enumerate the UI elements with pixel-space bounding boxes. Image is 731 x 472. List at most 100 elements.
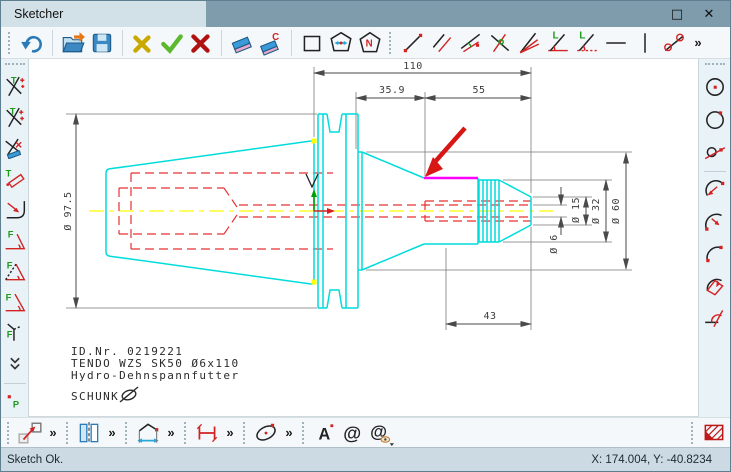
horizontal-dimension-tool-icon[interactable] <box>194 420 220 446</box>
trim-intersect-tool-icon[interactable]: T <box>3 75 27 98</box>
mirror-tools-overflow-button[interactable]: » <box>104 425 120 440</box>
top-toolbar: C N L L » <box>1 27 730 59</box>
chamfer-distance-tool-icon[interactable]: F <box>3 260 27 283</box>
toolbar-drag-handle[interactable] <box>691 421 696 444</box>
window-title-tab[interactable]: Sketcher <box>1 1 206 27</box>
dim-nose-dia: Ø 15 <box>570 196 589 226</box>
arc-three-point-tool-icon[interactable] <box>703 242 727 266</box>
cursor-coordinates: X: 174.004, Y: -40.8234 <box>591 453 712 466</box>
delete-segment-tool-icon[interactable] <box>3 137 27 160</box>
move-copy-tool-icon[interactable] <box>17 420 43 446</box>
toolbar-drag-handle[interactable] <box>184 421 189 444</box>
erase-icon[interactable] <box>229 30 255 56</box>
dim-flange-dia: Ø 97.5 <box>62 113 79 309</box>
window-title: Sketcher <box>14 7 64 21</box>
open-file-icon[interactable] <box>60 30 86 56</box>
toolbar-separator <box>221 29 222 56</box>
arc-radius-tool-icon[interactable] <box>703 210 727 234</box>
circle-center-tool-icon[interactable] <box>703 75 727 99</box>
annotation-tool-icon[interactable]: @ <box>340 420 366 446</box>
circle-tangent-tool-icon[interactable] <box>703 139 727 163</box>
chamfer-angle-tool-icon[interactable]: F <box>3 229 27 252</box>
sketch-canvas[interactable]: 110 35.9 55 43 Ø 97.5 Ø 6 Ø 15 Ø 32 Ø 60… <box>29 59 698 417</box>
discard-icon[interactable] <box>130 30 156 56</box>
text-tool-icon[interactable]: A <box>312 420 338 446</box>
close-button[interactable]: ✕ <box>700 7 718 22</box>
toolbar-drag-handle[interactable] <box>7 421 12 444</box>
mirror-tool-icon[interactable] <box>76 420 102 446</box>
save-icon[interactable] <box>89 30 115 56</box>
dim-body-dia: Ø 32 <box>590 179 609 243</box>
brand-text: SCHUNK <box>71 390 119 403</box>
dimension-tool-icon[interactable] <box>135 420 161 446</box>
point-tool-icon[interactable]: P <box>3 390 27 413</box>
corner-tool-icon[interactable]: F <box>3 321 27 344</box>
toolbar-overflow-button[interactable]: » <box>690 35 706 50</box>
toolbar-drag-handle[interactable] <box>389 31 394 54</box>
arc-center-tool-icon[interactable] <box>703 178 727 202</box>
toolbar-drag-handle[interactable] <box>704 63 725 68</box>
svg-text:F: F <box>7 229 13 239</box>
sidebar-separator <box>703 171 726 172</box>
ellipse-tools-overflow-button[interactable]: » <box>281 425 297 440</box>
hdim-tools-overflow-button[interactable]: » <box>222 425 238 440</box>
hatch-tool-icon[interactable] <box>701 420 727 446</box>
title-note[interactable]: ID.Nr. 0219221 TENDO WZS SK50 Ø6x110 Hyd… <box>71 345 239 403</box>
line-tool-icon[interactable] <box>400 30 426 56</box>
polygon-tool-icon[interactable] <box>328 30 354 56</box>
move-tools-overflow-button[interactable]: » <box>45 425 61 440</box>
trim-two-tool-icon[interactable]: T <box>3 106 27 129</box>
horizontal-line-tool-icon[interactable] <box>603 30 629 56</box>
parallel-line-tool-icon[interactable] <box>429 30 455 56</box>
toolbar-drag-handle[interactable] <box>243 421 248 444</box>
accept-icon[interactable] <box>159 30 185 56</box>
dimensions[interactable]: 110 35.9 55 43 Ø 97.5 Ø 6 Ø 15 Ø 32 Ø 60 <box>62 61 629 327</box>
brand-logo-icon <box>119 386 139 403</box>
ellipse-tool-icon[interactable] <box>253 420 279 446</box>
toolbar-separator <box>52 29 53 56</box>
maximize-button[interactable]: □ <box>668 7 686 22</box>
rectangle-tool-icon[interactable] <box>299 30 325 56</box>
toolbar-drag-handle[interactable] <box>66 421 71 444</box>
sketch-drawing: 110 35.9 55 43 Ø 97.5 Ø 6 Ø 15 Ø 32 Ø 60… <box>62 61 632 403</box>
svg-text:T: T <box>9 106 15 116</box>
cancel-icon[interactable] <box>188 30 214 56</box>
dimension-tools-overflow-button[interactable]: » <box>163 425 179 440</box>
note-type: Hydro-Dehnspannfutter <box>71 369 239 382</box>
n-gon-tool-icon[interactable]: N <box>357 30 383 56</box>
undo-icon[interactable] <box>19 30 45 56</box>
svg-text:T: T <box>5 169 11 179</box>
toolbar-drag-handle[interactable] <box>8 31 13 54</box>
perpendicular-line-tool-icon[interactable] <box>487 30 513 56</box>
svg-text:F: F <box>5 292 11 302</box>
toolbar-drag-handle[interactable] <box>302 421 307 444</box>
svg-text:P: P <box>12 400 18 410</box>
svg-text:35.9: 35.9 <box>379 85 405 96</box>
svg-text:Ø 15: Ø 15 <box>570 197 582 223</box>
toolbar-drag-handle[interactable] <box>125 421 130 444</box>
annotation-visibility-tool-icon[interactable]: @ <box>368 420 394 446</box>
tangent-line-tool-icon[interactable] <box>661 30 687 56</box>
circle-point-tool-icon[interactable] <box>703 107 727 131</box>
svg-text:L: L <box>579 30 585 41</box>
sketcher-window: Sketcher □ ✕ C N L L » T T T F F F F P 1… <box>0 0 731 472</box>
arc-tangent-tool-icon[interactable] <box>703 306 727 330</box>
toolbar-drag-handle[interactable] <box>4 63 25 68</box>
erase-constraints-icon[interactable]: C <box>258 30 284 56</box>
angle-line-tool-icon[interactable] <box>458 30 484 56</box>
svg-text:F: F <box>6 260 12 270</box>
angle-bisector-tool-icon[interactable] <box>516 30 542 56</box>
svg-text:Ø 60: Ø 60 <box>610 198 622 224</box>
chamfer-two-distance-tool-icon[interactable]: F <box>3 291 27 314</box>
dim-front-length: 55 <box>424 85 532 101</box>
arc-chord-tool-icon[interactable] <box>703 274 727 298</box>
fillet-tool-icon[interactable] <box>3 198 27 221</box>
more-tools-icon[interactable] <box>3 352 27 375</box>
annotation-arrow <box>425 126 467 177</box>
line-length-angle-tool-icon[interactable]: L <box>545 30 571 56</box>
svg-text:110: 110 <box>403 61 423 72</box>
trim-length-tool-icon[interactable]: T <box>3 167 27 190</box>
vertical-line-tool-icon[interactable] <box>632 30 658 56</box>
line-length-angle-ref-tool-icon[interactable]: L <box>574 30 600 56</box>
svg-text:Ø 97.5: Ø 97.5 <box>62 191 74 230</box>
